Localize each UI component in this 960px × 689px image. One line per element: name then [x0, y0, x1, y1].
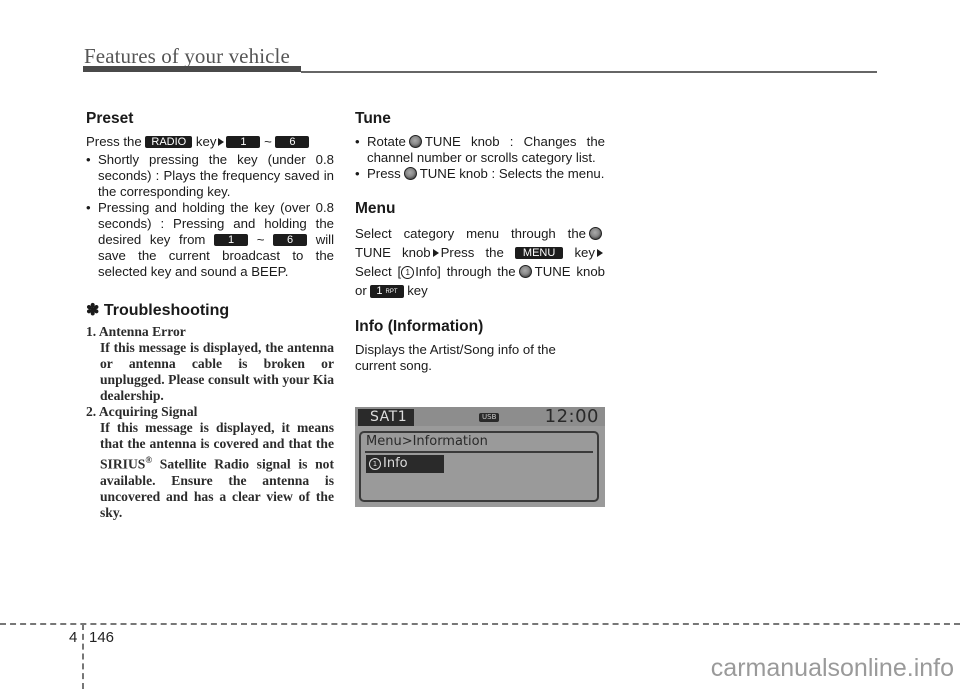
info-heading: Info (Information) — [355, 318, 484, 335]
text: Rotate — [367, 134, 406, 149]
preset-key-6-badge: 6 — [275, 136, 310, 148]
text: Info — [383, 456, 408, 471]
menu-heading: Menu — [355, 200, 396, 217]
troubleshooting-heading: ✽ Troubleshooting — [86, 302, 230, 319]
chapter-number: 4 — [69, 629, 78, 646]
tune-heading: Tune — [355, 110, 391, 127]
header-rule-thin — [301, 71, 877, 73]
text: or — [355, 283, 367, 298]
text: Press the — [440, 245, 504, 260]
troubleshooting-item-body: If this message is displayed, the antenn… — [100, 340, 334, 403]
page-number: 146 — [89, 629, 115, 646]
display-clock: 12:00 — [544, 406, 599, 427]
preset-key-1-badge: 1 — [214, 234, 249, 246]
display-divider — [365, 451, 593, 453]
preset-key-1-badge: 1 — [226, 136, 261, 148]
radio-display-screenshot: SAT1 USB 12:00 Menu>Information 1 Info — [355, 407, 605, 507]
left-column: Preset Press the RADIO key 1 ~ 6 Shortly … — [86, 110, 334, 521]
tune-bullets: RotateTUNE knob : Changes the channel nu… — [355, 134, 605, 182]
watermark: carmanualsonline.info — [710, 654, 954, 682]
preset-bullet-long-press: Pressing and holding the key (over 0.8 s… — [86, 200, 334, 280]
tune-bullet-press: Press TUNE knob : Selects the menu. — [355, 166, 605, 182]
text: ~ — [256, 232, 265, 247]
header-rule-thick — [83, 66, 301, 72]
tune-knob-icon — [589, 227, 602, 240]
preset-heading: Preset — [86, 110, 134, 127]
footer-dashed-divider — [82, 624, 84, 689]
tune-bullet-rotate: RotateTUNE knob : Changes the channel nu… — [355, 134, 605, 166]
text: 1 — [376, 285, 383, 297]
text: Press — [367, 166, 401, 181]
radio-key-badge: RADIO — [145, 136, 193, 148]
circled-one-icon: 1 — [369, 458, 381, 470]
text: TUNE knob — [355, 245, 431, 260]
troubleshooting-item: 1. Antenna Error If this message is disp… — [86, 324, 334, 404]
troubleshooting-item: 2. Acquiring Signal If this message is d… — [86, 404, 334, 521]
troubleshooting-item-body: If this message is displayed, it means t… — [86, 420, 334, 521]
text: key — [195, 134, 217, 149]
text: key — [574, 245, 595, 260]
usb-icon: USB — [479, 413, 500, 422]
info-body: Displays the Artist/Song info of the cur… — [355, 342, 556, 373]
circled-one-icon: 1 — [401, 266, 415, 279]
arrow-right-icon — [218, 138, 225, 146]
tune-knob-icon — [518, 265, 532, 278]
text: Select [ — [355, 264, 402, 279]
tune-knob-icon — [403, 167, 417, 180]
text: TUNE knob — [534, 264, 605, 279]
right-column: Tune RotateTUNE knob : Changes the chann… — [355, 110, 605, 374]
preset-bullets: Shortly pressing the key (under 0.8 seco… — [86, 152, 334, 280]
preset-bullet-short-press: Shortly pressing the key (under 0.8 seco… — [86, 152, 334, 200]
rpt-key-badge: 1 RPT — [370, 285, 404, 298]
display-menu-path: Menu>Information — [366, 434, 488, 449]
text: Press the — [86, 134, 142, 149]
menu-key-badge: MENU — [514, 247, 564, 259]
text: ~ — [264, 134, 272, 149]
preset-intro: Press the RADIO key 1 ~ 6 — [86, 134, 334, 150]
display-menu-frame: Menu>Information 1 Info — [359, 431, 599, 502]
display-menu-item-selected: 1 Info — [366, 455, 444, 473]
text: Select category menu through the — [355, 226, 586, 241]
preset-key-6-badge: 6 — [273, 234, 308, 246]
troubleshooting-item-title: 2. Acquiring Signal — [86, 404, 198, 419]
text: TUNE knob : Selects the menu. — [419, 166, 605, 181]
display-source-label: SAT1 — [358, 409, 414, 426]
troubleshooting-item-title: 1. Antenna Error — [86, 324, 186, 339]
menu-instructions: Select category menu through the TUNE kn… — [355, 224, 605, 300]
tune-knob-icon — [408, 135, 422, 148]
text: key — [407, 283, 428, 298]
arrow-right-icon — [596, 249, 603, 257]
arrow-right-icon — [432, 249, 439, 257]
footer-dashed-rule — [0, 623, 960, 625]
text: RPT — [385, 289, 398, 295]
text: Info] through the — [415, 264, 516, 279]
